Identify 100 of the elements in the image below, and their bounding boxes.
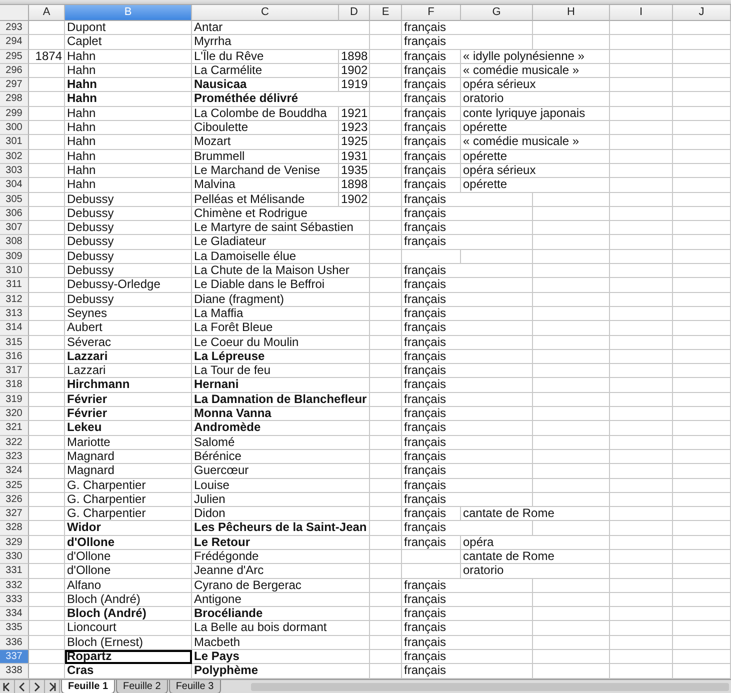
cell[interactable]: français bbox=[402, 464, 533, 478]
cell[interactable]: français bbox=[402, 607, 533, 622]
row-header[interactable]: 326 bbox=[0, 492, 29, 508]
cell[interactable]: Myrrha bbox=[192, 35, 370, 50]
cell[interactable]: français bbox=[402, 235, 533, 250]
empty-cell[interactable] bbox=[533, 378, 610, 393]
empty-cell[interactable] bbox=[673, 407, 731, 422]
cell[interactable]: Mozart bbox=[192, 135, 339, 150]
cell[interactable]: Hahn bbox=[65, 178, 192, 193]
cell[interactable]: français bbox=[402, 578, 533, 593]
empty-cell[interactable] bbox=[370, 50, 402, 64]
cell[interactable]: français bbox=[402, 192, 533, 207]
empty-cell[interactable] bbox=[370, 250, 402, 264]
cell[interactable]: Chimène et Rodrigue bbox=[192, 206, 370, 222]
empty-cell[interactable] bbox=[533, 592, 610, 608]
empty-cell[interactable] bbox=[370, 350, 402, 364]
empty-cell[interactable] bbox=[533, 364, 610, 378]
row-header[interactable]: 295 bbox=[0, 50, 29, 64]
cell[interactable]: Debussy bbox=[65, 192, 192, 207]
empty-cell[interactable] bbox=[533, 450, 610, 464]
cell[interactable]: Ciboulette bbox=[192, 121, 339, 136]
empty-cell[interactable] bbox=[673, 478, 731, 493]
cell[interactable]: français bbox=[402, 621, 533, 636]
cell[interactable]: Diane (fragment) bbox=[192, 292, 370, 307]
cell[interactable]: Février bbox=[65, 392, 192, 408]
row-header[interactable]: 312 bbox=[0, 292, 29, 307]
cell[interactable]: français bbox=[402, 264, 533, 278]
cell[interactable]: français bbox=[402, 78, 461, 92]
empty-cell[interactable] bbox=[610, 121, 673, 136]
cell[interactable]: G. Charpentier bbox=[65, 478, 192, 493]
cell[interactable]: Jeanne d'Arc bbox=[192, 564, 370, 579]
column-header[interactable]: J bbox=[673, 5, 731, 21]
cell[interactable]: français bbox=[402, 64, 461, 78]
column-header[interactable]: H bbox=[533, 5, 610, 21]
empty-cell[interactable] bbox=[610, 650, 673, 664]
empty-cell[interactable] bbox=[610, 150, 673, 164]
row-header[interactable]: 332 bbox=[0, 578, 29, 593]
cell[interactable]: Hahn bbox=[65, 164, 192, 178]
cell[interactable]: cantate de Rome bbox=[461, 550, 610, 564]
empty-cell[interactable] bbox=[370, 607, 402, 622]
empty-cell[interactable] bbox=[610, 578, 673, 593]
empty-cell[interactable] bbox=[673, 321, 731, 336]
empty-cell[interactable] bbox=[673, 421, 731, 436]
row-header[interactable]: 300 bbox=[0, 121, 29, 136]
empty-cell[interactable] bbox=[673, 364, 731, 378]
column-header[interactable]: F bbox=[402, 5, 461, 21]
cell[interactable]: français bbox=[402, 121, 461, 136]
cell[interactable]: français bbox=[402, 206, 533, 222]
cell[interactable]: français bbox=[402, 407, 533, 422]
empty-cell[interactable] bbox=[370, 21, 402, 36]
cell[interactable]: Magnard bbox=[65, 450, 192, 464]
cell[interactable]: français bbox=[402, 636, 533, 650]
cell[interactable]: Alfano bbox=[65, 578, 192, 593]
row-header[interactable]: 298 bbox=[0, 92, 29, 107]
empty-cell[interactable] bbox=[533, 478, 610, 493]
empty-cell[interactable] bbox=[673, 150, 731, 164]
cell[interactable]: Hernani bbox=[192, 378, 370, 393]
cell[interactable]: Debussy bbox=[65, 206, 192, 222]
column-header[interactable]: I bbox=[610, 5, 673, 21]
cell[interactable]: français bbox=[402, 50, 461, 64]
empty-cell[interactable] bbox=[610, 250, 673, 264]
cell[interactable]: Debussy bbox=[65, 235, 192, 250]
empty-cell[interactable] bbox=[370, 564, 402, 579]
empty-cell[interactable] bbox=[610, 92, 673, 107]
empty-cell[interactable] bbox=[610, 607, 673, 622]
empty-cell[interactable] bbox=[533, 464, 610, 478]
empty-cell[interactable] bbox=[673, 92, 731, 107]
cell[interactable]: Hahn bbox=[65, 135, 192, 150]
cell[interactable]: Debussy bbox=[65, 264, 192, 278]
cell[interactable]: Pelléas et Mélisande bbox=[192, 192, 339, 207]
empty-cell[interactable] bbox=[370, 35, 402, 50]
empty-cell[interactable] bbox=[370, 521, 402, 536]
empty-cell[interactable] bbox=[673, 221, 731, 236]
cell[interactable]: Hahn bbox=[65, 106, 192, 122]
empty-cell[interactable] bbox=[673, 264, 731, 278]
cell[interactable]: Monna Vanna bbox=[192, 407, 370, 422]
empty-cell[interactable] bbox=[533, 350, 610, 364]
empty-cell[interactable] bbox=[673, 550, 731, 564]
empty-cell[interactable] bbox=[673, 164, 731, 178]
cell[interactable]: Les Pêcheurs de la Saint-Jean bbox=[192, 521, 370, 536]
cell[interactable]: français bbox=[402, 478, 533, 493]
empty-cell[interactable] bbox=[533, 407, 610, 422]
empty-cell[interactable] bbox=[610, 392, 673, 408]
cell[interactable]: « comédie musicale » bbox=[461, 64, 610, 78]
empty-cell[interactable] bbox=[533, 221, 610, 236]
cell[interactable]: français bbox=[402, 135, 461, 150]
cell[interactable]: La Damnation de Blanchefleur bbox=[192, 392, 370, 408]
empty-cell[interactable] bbox=[673, 636, 731, 650]
empty-cell[interactable] bbox=[533, 436, 610, 450]
empty-cell[interactable] bbox=[461, 250, 533, 264]
row-header[interactable]: 306 bbox=[0, 206, 29, 222]
row-header[interactable]: 318 bbox=[0, 378, 29, 393]
empty-cell[interactable] bbox=[673, 21, 731, 36]
cell[interactable]: 1919 bbox=[339, 78, 370, 92]
cell[interactable]: français bbox=[402, 292, 533, 307]
row-header[interactable]: 338 bbox=[0, 664, 29, 679]
empty-cell[interactable] bbox=[610, 478, 673, 493]
cell[interactable]: français bbox=[402, 536, 461, 550]
empty-cell[interactable] bbox=[533, 336, 610, 350]
sheet-tab[interactable]: Feuille 3 bbox=[168, 680, 221, 693]
